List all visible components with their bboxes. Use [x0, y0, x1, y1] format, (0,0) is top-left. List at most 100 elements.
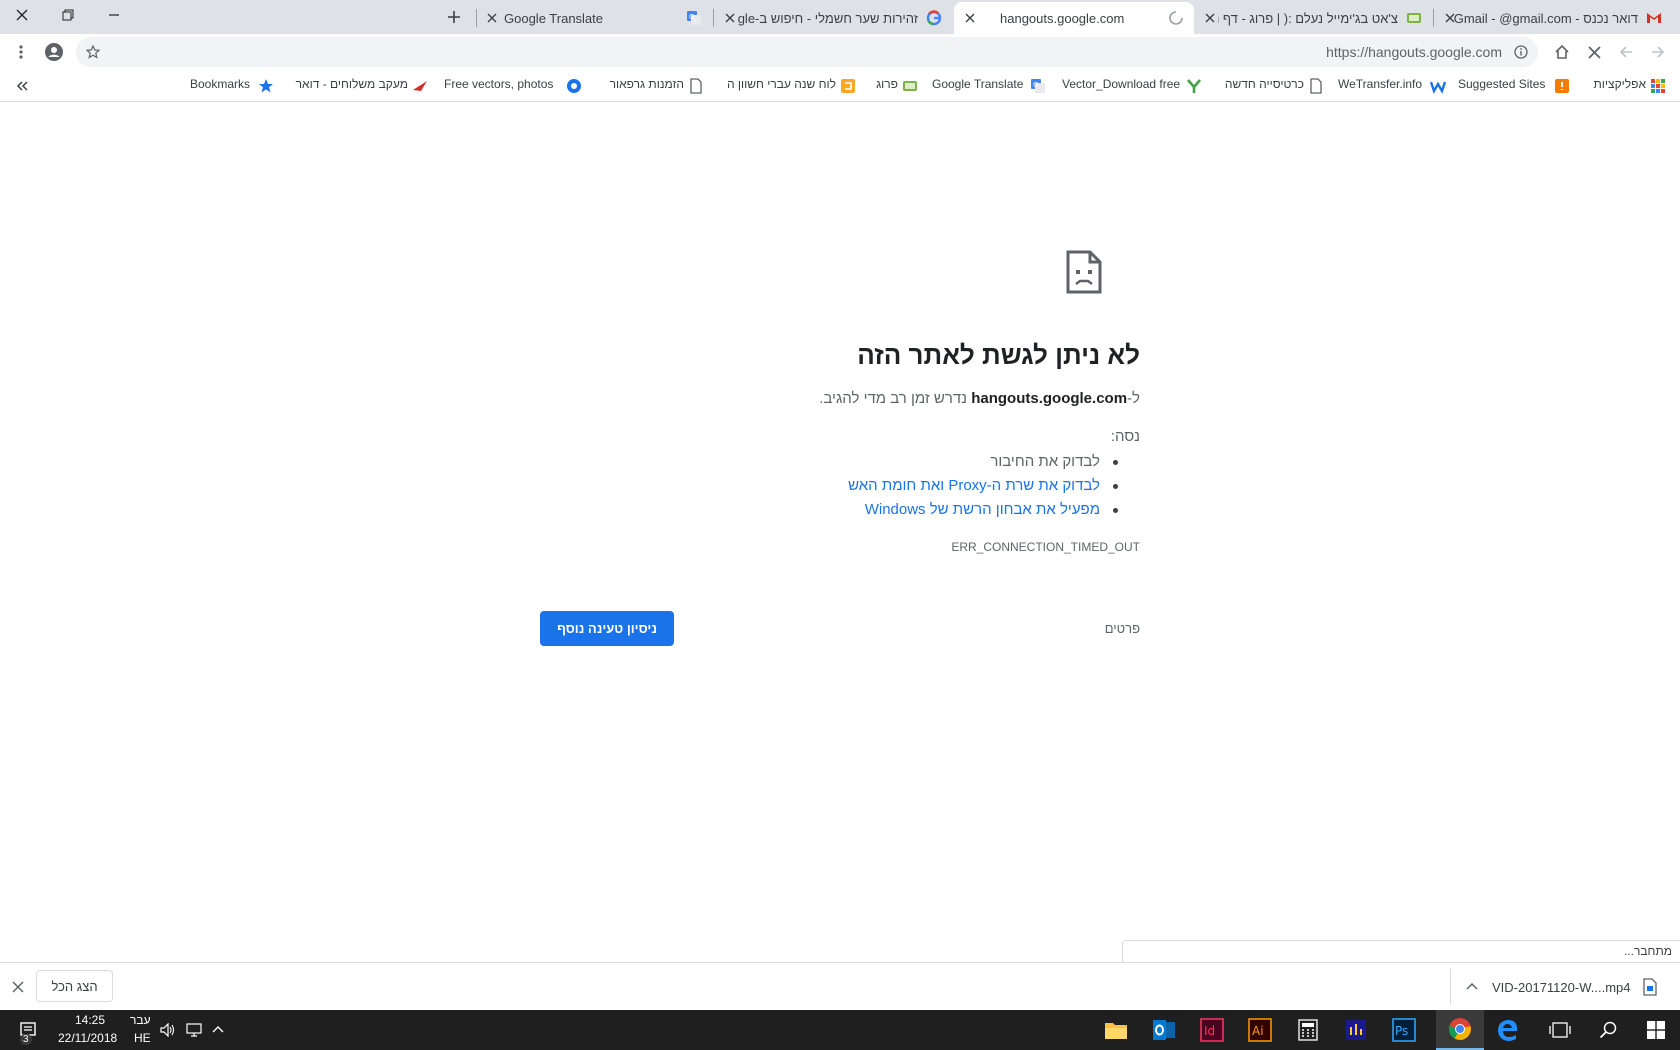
close-shelf-icon[interactable] — [12, 981, 24, 993]
clock-time[interactable]: 14:25 — [75, 1013, 105, 1027]
star-icon — [259, 79, 273, 93]
details-button[interactable]: פרטים — [1105, 621, 1140, 636]
tab-prog[interactable]: צ'אט בג'ימייל נעלם :( | פרוג - דף ה — [1194, 2, 1434, 34]
bookmark-apps[interactable]: אפליקציות — [1582, 77, 1646, 95]
bookmarks-bar: אפליקציות Suggested Sites WeTransfer.inf… — [0, 70, 1680, 102]
address-bar[interactable]: https://hangouts.google.com — [76, 37, 1538, 67]
tab-title: צ'אט בג'ימייל נעלם :( | פרוג - דף ה — [1218, 11, 1398, 26]
suggestion-check-connection: לבדוק את החיבור — [848, 450, 1140, 474]
tab-separator — [476, 9, 477, 27]
taskbar-outlook[interactable] — [1140, 1010, 1188, 1050]
status-bubble: מתחבר... — [1122, 940, 1680, 962]
home-button[interactable] — [1544, 34, 1580, 70]
tab-title: hangouts.google.com — [1000, 11, 1125, 26]
taskbar-task-view[interactable] — [1536, 1010, 1584, 1050]
download-filename[interactable]: VID-20171120-W....mp4 — [1492, 980, 1631, 995]
bookmark-mail-tracking[interactable]: מעקב משלוחים - דואר — [290, 77, 408, 95]
tab-google-search[interactable]: זהירות שער חשמלי - חיפוש ב-Google — [714, 2, 954, 34]
forward-button[interactable] — [1608, 34, 1644, 70]
tab-title: דואר נכנס - Gmail - @gmail.com — [1453, 11, 1638, 26]
bookmark-suggested-sites[interactable]: Suggested Sites — [1458, 77, 1550, 95]
bookmark-google-translate[interactable]: Google Translate — [932, 77, 1026, 95]
bookmark-vector-download[interactable]: Vector_Download free — [1062, 77, 1182, 95]
language-code[interactable]: HE — [134, 1031, 151, 1045]
minimize-icon — [109, 14, 119, 16]
close-icon — [16, 9, 28, 21]
taskbar-edge[interactable] — [1484, 1010, 1532, 1050]
tab-close-icon[interactable] — [964, 12, 976, 24]
bookmark-wetransfer[interactable]: WeTransfer.info — [1338, 77, 1426, 95]
post-icon — [413, 81, 427, 91]
bookmark-prog[interactable]: פרוג — [866, 77, 898, 95]
tab-close-icon[interactable] — [1444, 12, 1456, 24]
back-button[interactable] — [1640, 34, 1676, 70]
chevron-up-icon[interactable] — [212, 1025, 224, 1033]
notification-count: 3 — [20, 1034, 32, 1045]
chevron-double-left-icon[interactable] — [16, 81, 28, 91]
illustrator-icon: Ai — [1248, 1018, 1272, 1042]
wetransfer-icon — [1430, 81, 1446, 94]
tab-close-icon[interactable] — [1204, 12, 1216, 24]
app-icon — [1346, 1020, 1366, 1040]
taskbar-indesign[interactable]: Id — [1188, 1010, 1236, 1050]
star-outline-icon[interactable] — [86, 45, 100, 59]
file-icon — [1643, 978, 1657, 996]
bookmark-new-tab[interactable]: כרטיסייה חדשה — [1216, 77, 1304, 95]
windows-logo-icon — [1647, 1021, 1665, 1039]
show-all-button[interactable]: הצג הכל — [36, 970, 113, 1002]
indesign-icon: Id — [1200, 1018, 1224, 1042]
photoshop-icon: Ps — [1392, 1018, 1416, 1042]
restore-window-button[interactable] — [46, 0, 90, 30]
minimize-window-button[interactable] — [92, 0, 136, 30]
error-page: לא ניתן לגשת לאתר הזה ל-hangouts.google.… — [0, 102, 1680, 962]
suggestion-check-proxy-link[interactable]: לבדוק את שרת ה-Proxy ואת חומת האש — [848, 474, 1140, 498]
more-vertical-icon — [19, 45, 23, 59]
svg-text:Ai: Ai — [1252, 1024, 1264, 1038]
task-view-icon — [1549, 1022, 1571, 1038]
taskbar-chrome[interactable] — [1436, 1010, 1484, 1050]
network-icon[interactable] — [186, 1023, 202, 1037]
profile-button[interactable] — [36, 34, 72, 70]
clock-date[interactable]: 22/11/2018 — [58, 1031, 117, 1045]
bookmark-bookmarks-folder[interactable]: Bookmarks — [190, 77, 254, 95]
menu-button[interactable] — [2, 34, 40, 70]
info-icon[interactable] — [1514, 45, 1528, 59]
taskbar-calculator[interactable] — [1284, 1010, 1332, 1050]
arrow-right-icon — [1652, 46, 1665, 58]
prog-icon — [1407, 13, 1421, 23]
tab-hangouts[interactable]: hangouts.google.com — [954, 2, 1194, 34]
taskbar-search[interactable] — [1584, 1010, 1632, 1050]
language-name[interactable]: עבר — [130, 1013, 151, 1027]
tab-close-icon[interactable] — [486, 12, 498, 24]
taskbar-illustrator[interactable]: Ai — [1236, 1010, 1284, 1050]
new-tab-button[interactable] — [432, 2, 476, 32]
close-window-button[interactable] — [0, 0, 44, 30]
loading-spinner-icon — [1169, 11, 1183, 25]
tab-gmail[interactable]: דואר נכנס - Gmail - @gmail.com — [1434, 2, 1674, 34]
yahoo-icon — [1187, 79, 1201, 93]
search-icon — [1599, 1021, 1617, 1039]
google-icon — [926, 10, 942, 26]
taskbar-app[interactable] — [1332, 1010, 1380, 1050]
bookmark-free-vectors[interactable]: Free vectors, photos — [444, 77, 562, 95]
calendar-icon — [841, 79, 855, 93]
reload-button[interactable]: ניסיון טעינה נוסף — [540, 611, 674, 646]
translate-icon: G — [1031, 79, 1045, 93]
prog-icon — [903, 81, 917, 91]
stop-button[interactable] — [1576, 34, 1612, 70]
chevron-up-icon[interactable] — [1466, 982, 1478, 990]
taskbar-file-explorer[interactable] — [1092, 1010, 1140, 1050]
bookmark-invitations[interactable]: הזמנות גרפאור — [596, 77, 684, 95]
chrome-icon — [1449, 1018, 1471, 1040]
volume-icon[interactable] — [160, 1023, 176, 1037]
tab-close-icon[interactable] — [724, 12, 736, 24]
calculator-icon — [1298, 1019, 1318, 1041]
start-button[interactable] — [1632, 1010, 1680, 1050]
url-text: https://hangouts.google.com — [1326, 44, 1502, 60]
freepik-icon — [567, 79, 581, 93]
bookmark-hebrew-calendar[interactable]: לוח שנה עברי חשוון ה — [718, 77, 836, 95]
suggestion-network-diagnostics-link[interactable]: מפעיל את אבחון הרשת של Windows — [848, 498, 1140, 522]
download-shelf: הצג הכל VID-20171120-W....mp4 — [0, 962, 1680, 1010]
taskbar-photoshop[interactable]: Ps — [1380, 1010, 1428, 1050]
tab-google-translate[interactable]: Google Translate G — [476, 2, 714, 34]
